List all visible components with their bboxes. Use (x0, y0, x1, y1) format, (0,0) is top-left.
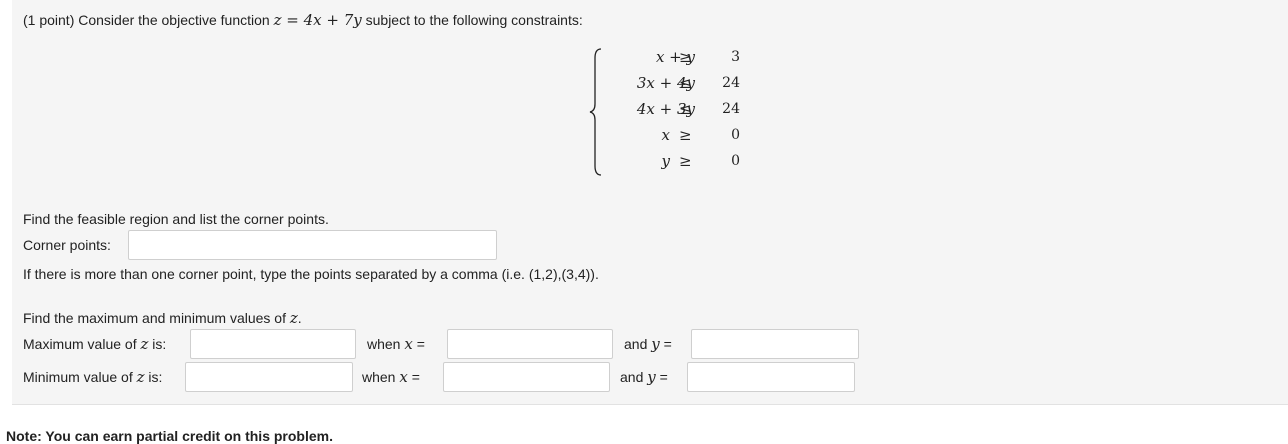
max-value-input[interactable] (190, 329, 356, 359)
max-and-y-label: and y = (624, 335, 672, 353)
constraint-rhs: 24 (722, 101, 740, 117)
constraint-relation: ≤ (679, 74, 692, 92)
constraint-rhs: 0 (731, 127, 740, 143)
constraint-lhs: y (661, 152, 670, 170)
problem-intro: (1 point) Consider the objective functio… (23, 11, 583, 29)
max-value-label: Maximum value of z is: (23, 335, 167, 353)
constraint-rhs: 0 (731, 153, 740, 169)
objective-function: z = 4x + 7y (273, 11, 362, 29)
min-value-label: Minimum value of z is: (23, 368, 163, 386)
intro-prefix: (1 point) Consider the objective functio… (23, 12, 274, 28)
constraint-relation: ≥ (679, 126, 692, 144)
max-y-input[interactable] (691, 329, 859, 359)
footer-note: Note: You can earn partial credit on thi… (6, 428, 333, 444)
constraint-row: y (600, 148, 670, 174)
min-and-y-label: and y = (620, 368, 668, 386)
corner-points-input[interactable] (128, 230, 497, 260)
feasible-instruction: Find the feasible region and list the co… (23, 211, 329, 227)
corner-points-label: Corner points: (23, 237, 111, 253)
max-when-x-label: when x = (367, 335, 425, 353)
corner-points-hint: If there is more than one corner point, … (23, 266, 599, 282)
constraint-row: x (600, 122, 670, 148)
min-when-x-label: when x = (362, 368, 420, 386)
extrema-instruction-text: Find the maximum and minimum values of z… (23, 309, 302, 327)
min-value-input[interactable] (185, 362, 353, 392)
constraint-lhs: x (661, 126, 670, 144)
extrema-instruction: Find the maximum and minimum values of z… (23, 309, 302, 327)
constraint-relation: ≥ (679, 48, 692, 66)
constraint-rhs: 3 (731, 49, 740, 65)
constraint-relation: ≥ (679, 152, 692, 170)
constraint-rhs: 24 (722, 75, 740, 91)
max-x-input[interactable] (447, 329, 613, 359)
min-x-input[interactable] (443, 362, 610, 392)
intro-suffix: subject to the following constraints: (361, 12, 583, 28)
min-y-input[interactable] (687, 362, 855, 392)
constraint-relation: ≤ (679, 100, 692, 118)
